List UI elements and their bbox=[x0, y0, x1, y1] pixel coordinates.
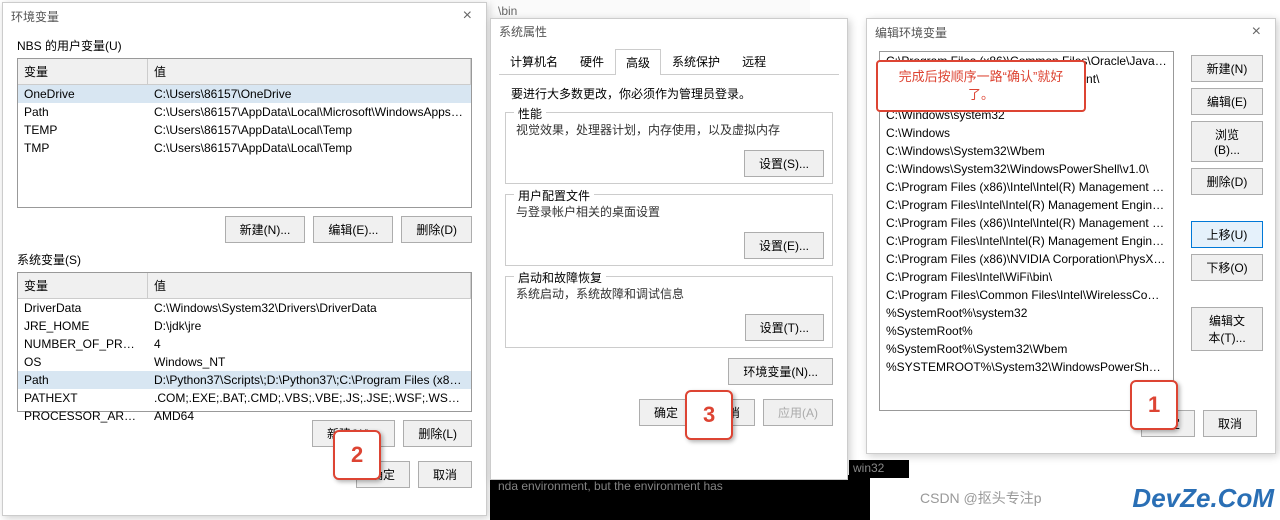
tab-remote[interactable]: 远程 bbox=[731, 48, 777, 74]
user-vars-table[interactable]: 变量 值 OneDriveC:\Users\86157\OneDrivePath… bbox=[17, 58, 472, 208]
close-icon[interactable]: × bbox=[1246, 23, 1267, 41]
list-item[interactable]: C:\Program Files\Common Files\Intel\Wire… bbox=[880, 286, 1173, 304]
group-desc: 与登录帐户相关的桌面设置 bbox=[516, 203, 822, 220]
tabs: 计算机名 硬件 高级 系统保护 远程 bbox=[499, 48, 839, 75]
table-row[interactable]: TEMPC:\Users\86157\AppData\Local\Temp bbox=[18, 121, 471, 139]
table-row[interactable]: OSWindows_NT bbox=[18, 353, 471, 371]
dialog-title: 系统属性 bbox=[499, 23, 547, 40]
startup-group: 启动和故障恢复 系统启动，系统故障和调试信息 设置(T)... bbox=[505, 276, 833, 348]
annotation-note: 完成后按顺序一路“确认”就好了。 bbox=[876, 60, 1086, 112]
col-val: 值 bbox=[148, 273, 471, 298]
annotation-badge-3: 3 bbox=[685, 390, 733, 440]
env-variables-dialog: 环境变量 × NBS 的用户变量(U) 变量 值 OneDriveC:\User… bbox=[2, 2, 487, 516]
list-item[interactable]: %SystemRoot% bbox=[880, 322, 1173, 340]
edit-text-button[interactable]: 编辑文本(T)... bbox=[1191, 307, 1263, 351]
profiles-group: 用户配置文件 与登录帐户相关的桌面设置 设置(E)... bbox=[505, 194, 833, 266]
cancel-button[interactable]: 取消 bbox=[1203, 410, 1257, 437]
user-new-button[interactable]: 新建(N)... bbox=[225, 216, 306, 243]
list-item[interactable]: C:\Windows\System32\Wbem bbox=[880, 142, 1173, 160]
tab-system-protection[interactable]: 系统保护 bbox=[661, 48, 731, 74]
tab-advanced[interactable]: 高级 bbox=[615, 49, 661, 75]
sys-vars-label: 系统变量(S) bbox=[17, 251, 486, 268]
titlebar: 环境变量 × bbox=[3, 3, 486, 29]
group-title: 性能 bbox=[514, 105, 546, 122]
group-desc: 视觉效果，处理器计划，内存使用，以及虚拟内存 bbox=[516, 121, 822, 138]
user-edit-button[interactable]: 编辑(E)... bbox=[313, 216, 393, 243]
list-item[interactable]: C:\Program Files (x86)\NVIDIA Corporatio… bbox=[880, 250, 1173, 268]
cancel-button[interactable]: 取消 bbox=[418, 461, 472, 488]
titlebar: 系统属性 bbox=[491, 19, 847, 44]
edit-button[interactable]: 编辑(E) bbox=[1191, 88, 1263, 115]
table-row[interactable]: OneDriveC:\Users\86157\OneDrive bbox=[18, 85, 471, 103]
perf-settings-button[interactable]: 设置(S)... bbox=[744, 150, 824, 177]
annotation-badge-1: 1 bbox=[1130, 380, 1178, 430]
list-item[interactable]: C:\Program Files (x86)\Intel\Intel(R) Ma… bbox=[880, 178, 1173, 196]
table-row[interactable]: PATHEXT.COM;.EXE;.BAT;.CMD;.VBS;.VBE;.JS… bbox=[18, 389, 471, 407]
list-item[interactable]: C:\Program Files\Intel\Intel(R) Manageme… bbox=[880, 232, 1173, 250]
browse-button[interactable]: 浏览(B)... bbox=[1191, 121, 1263, 162]
start-settings-button[interactable]: 设置(T)... bbox=[745, 314, 824, 341]
prof-settings-button[interactable]: 设置(E)... bbox=[744, 232, 824, 259]
list-item[interactable]: %SYSTEMROOT%\System32\WindowsPowerShell\… bbox=[880, 358, 1173, 376]
list-item[interactable]: %SystemRoot%\system32 bbox=[880, 304, 1173, 322]
list-item[interactable]: C:\Program Files (x86)\Intel\Intel(R) Ma… bbox=[880, 214, 1173, 232]
titlebar: 编辑环境变量 × bbox=[867, 19, 1275, 45]
apply-button[interactable]: 应用(A) bbox=[763, 399, 833, 426]
side-buttons: 新建(N) 编辑(E) 浏览(B)... 删除(D) 上移(U) 下移(O) 编… bbox=[1191, 55, 1263, 351]
dialog-title: 编辑环境变量 bbox=[875, 24, 947, 41]
col-var: 变量 bbox=[18, 59, 148, 84]
csdn-watermark: CSDN @抠头专注p bbox=[920, 488, 1042, 508]
terminal-win32: win32 bbox=[849, 460, 909, 478]
move-up-button[interactable]: 上移(U) bbox=[1191, 221, 1263, 248]
table-row[interactable]: PathD:\Python37\Scripts\;D:\Python37\;C:… bbox=[18, 371, 471, 389]
user-vars-label: NBS 的用户变量(U) bbox=[17, 37, 486, 54]
list-item[interactable]: C:\Windows\System32\WindowsPowerShell\v1… bbox=[880, 160, 1173, 178]
delete-button[interactable]: 删除(D) bbox=[1191, 168, 1263, 195]
user-delete-button[interactable]: 删除(D) bbox=[401, 216, 472, 243]
group-desc: 系统启动，系统故障和调试信息 bbox=[516, 285, 822, 302]
tab-hardware[interactable]: 硬件 bbox=[569, 48, 615, 74]
close-icon[interactable]: × bbox=[457, 7, 478, 25]
admin-note: 要进行大多数更改，你必须作为管理员登录。 bbox=[511, 85, 827, 102]
env-vars-button[interactable]: 环境变量(N)... bbox=[728, 358, 833, 385]
dialog-title: 环境变量 bbox=[11, 8, 59, 25]
list-item[interactable]: C:\Program Files\Intel\Intel(R) Manageme… bbox=[880, 196, 1173, 214]
table-row[interactable]: PathC:\Users\86157\AppData\Local\Microso… bbox=[18, 103, 471, 121]
group-title: 启动和故障恢复 bbox=[514, 269, 606, 286]
sys-vars-table[interactable]: 变量 值 DriverDataC:\Windows\System32\Drive… bbox=[17, 272, 472, 412]
list-item[interactable]: C:\Program Files\Intel\WiFi\bin\ bbox=[880, 268, 1173, 286]
tab-computer-name[interactable]: 计算机名 bbox=[499, 48, 569, 74]
table-row[interactable]: JRE_HOMED:\jdk\jre bbox=[18, 317, 471, 335]
table-row[interactable]: NUMBER_OF_PROCESSORS4 bbox=[18, 335, 471, 353]
list-item[interactable]: %SystemRoot%\System32\Wbem bbox=[880, 340, 1173, 358]
list-item[interactable]: C:\Windows bbox=[880, 124, 1173, 142]
col-var: 变量 bbox=[18, 273, 148, 298]
terminal-bg: nda environment, but the environment has bbox=[490, 475, 870, 520]
annotation-badge-2: 2 bbox=[333, 430, 381, 480]
move-down-button[interactable]: 下移(O) bbox=[1191, 254, 1263, 281]
sys-delete-button[interactable]: 删除(L) bbox=[403, 420, 472, 447]
performance-group: 性能 视觉效果，处理器计划，内存使用，以及虚拟内存 设置(S)... bbox=[505, 112, 833, 184]
new-button[interactable]: 新建(N) bbox=[1191, 55, 1263, 82]
col-val: 值 bbox=[148, 59, 471, 84]
system-properties-dialog: 系统属性 计算机名 硬件 高级 系统保护 远程 要进行大多数更改，你必须作为管理… bbox=[490, 18, 848, 480]
devze-watermark: DevZe.CoM bbox=[1132, 483, 1274, 514]
group-title: 用户配置文件 bbox=[514, 187, 594, 204]
table-row[interactable]: TMPC:\Users\86157\AppData\Local\Temp bbox=[18, 139, 471, 157]
table-row[interactable]: DriverDataC:\Windows\System32\Drivers\Dr… bbox=[18, 299, 471, 317]
